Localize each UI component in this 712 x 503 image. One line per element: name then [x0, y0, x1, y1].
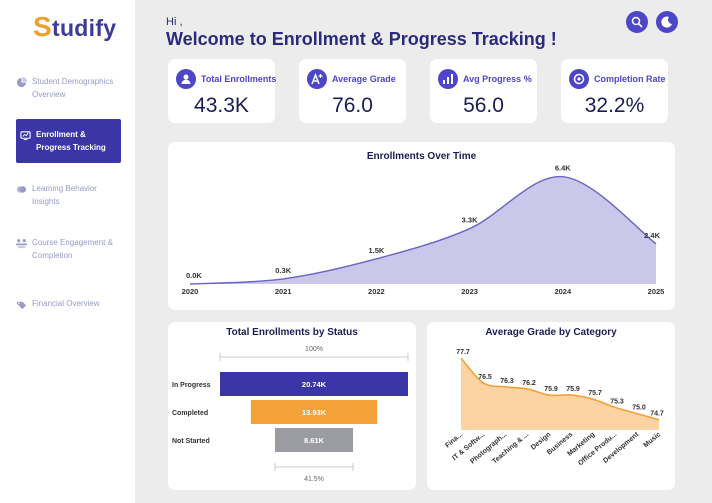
- data-label: 77.7: [456, 349, 470, 356]
- enrollments-chart-svg: 0.0K 2020 0.3K 2021 1.5K 2022 3.3K 2023 6.4K 2024…: [182, 164, 665, 296]
- moon-icon: [661, 16, 672, 28]
- x-tick-label: Fina...: [444, 431, 464, 449]
- kpi-completion-rate: Completion Rate 32.2%: [561, 59, 668, 123]
- kpi-value: 32.2%: [584, 94, 645, 117]
- x-tick-label: 2022: [368, 287, 385, 296]
- x-tick-label: 2025: [648, 287, 665, 296]
- data-label: 0.3K: [275, 266, 291, 275]
- sidebar-item-enrollment-progress[interactable]: Enrollment & Progress Tracking: [16, 119, 121, 163]
- sidebar-item-financial-overview[interactable]: Financial Overview: [16, 297, 120, 310]
- funnel-bottom-label: 41.5%: [304, 476, 324, 483]
- page-title: Welcome to Enrollment & Progress Trackin…: [166, 29, 557, 49]
- search-button[interactable]: [626, 11, 648, 33]
- data-label: 75.9: [544, 386, 558, 393]
- funnel-category-label: In Progress: [172, 382, 211, 389]
- x-tick-label: Music: [643, 431, 663, 449]
- data-label: 3.3K: [462, 216, 478, 225]
- data-label: 1.5K: [368, 246, 384, 255]
- kpi-value: 56.0: [463, 94, 504, 117]
- progress-icon: [20, 131, 31, 141]
- data-label: 76.2: [522, 380, 536, 387]
- pie-chart-icon: [16, 77, 27, 88]
- x-tick-label: Office Produ...: [577, 431, 618, 467]
- kpi-value: 76.0: [332, 94, 373, 117]
- funnel-top-label: 100%: [305, 346, 323, 353]
- data-label: 2.4K: [644, 231, 660, 240]
- kpi-average-grade: Average Grade 76.0: [299, 59, 406, 123]
- app-logo: Studify: [33, 11, 117, 42]
- funnel-bar-label: 20.74K: [302, 380, 327, 389]
- funnel-category-label: Not Started: [172, 438, 210, 445]
- data-label: 75.3: [610, 398, 624, 405]
- sidebar-item-course-engagement[interactable]: Course Engagement & Completion: [16, 236, 120, 262]
- grade-area: [461, 358, 659, 430]
- data-label: 75.0: [632, 405, 646, 412]
- completion-icon: [569, 69, 589, 89]
- sidebar-item-label: Course Engagement & Completion: [32, 238, 113, 260]
- engagement-icon: [16, 239, 27, 249]
- data-label: 0.0K: [186, 271, 202, 280]
- data-label: 76.5: [478, 374, 492, 381]
- data-label: 75.7: [588, 390, 602, 397]
- funnel-bar-label: 8.61K: [304, 436, 325, 445]
- sidebar-item-learning-behavior[interactable]: Learning Behavior Insights: [16, 182, 120, 208]
- enrollments-by-status-chart: Total Enrollments by Status 100% 20.74K In…: [168, 322, 416, 490]
- average-grade-by-category-chart: Average Grade by Category 77.7 Fina... 76.…: [427, 322, 675, 490]
- search-icon: [631, 16, 643, 28]
- users-icon: [176, 69, 196, 89]
- sidebar-item-label: Student Demographics Overview: [32, 77, 114, 99]
- x-tick-label: 2020: [182, 287, 199, 296]
- funnel-category-label: Completed: [172, 410, 208, 417]
- kpi-avg-progress: Avg Progress % 56.0: [430, 59, 537, 123]
- kpi-label: Average Grade: [332, 74, 396, 84]
- progress-chart-icon: [438, 69, 458, 89]
- kpi-label: Total Enrollments: [201, 74, 277, 84]
- enrollments-over-time-chart: Enrollments Over Time 0.0K 2020 0.3K 2021 1.…: [168, 142, 675, 310]
- sidebar: Studify Student Demographics Overview En…: [0, 0, 135, 503]
- sidebar-item-label: Learning Behavior Insights: [32, 184, 97, 206]
- sidebar-item-student-demographics[interactable]: Student Demographics Overview: [16, 75, 120, 101]
- grade-icon: [307, 69, 327, 89]
- enrollments-area: [190, 176, 656, 284]
- data-label: 75.9: [566, 386, 580, 393]
- grade-area-svg: 77.7Fina...76.5IT & Softw...76.3Photogra…: [444, 349, 664, 467]
- kpi-label: Completion Rate: [594, 74, 666, 84]
- data-label: 6.4K: [555, 164, 571, 173]
- sidebar-item-label: Financial Overview: [32, 299, 100, 308]
- kpi-value: 43.3K: [194, 94, 249, 117]
- funnel-bar-label: 13.93K: [302, 408, 327, 417]
- kpi-label: Avg Progress %: [463, 74, 532, 84]
- x-tick-label: 2023: [461, 287, 478, 296]
- sidebar-item-label: Enrollment & Progress Tracking: [36, 130, 106, 152]
- finance-icon: [16, 301, 27, 310]
- theme-toggle-button[interactable]: [656, 11, 678, 33]
- data-label: 76.3: [500, 378, 514, 385]
- brain-icon: [16, 186, 27, 193]
- x-tick-label: 2021: [275, 287, 292, 296]
- status-funnel-svg: 100% 20.74K In Progress 13.93K Completed 8.61…: [172, 346, 409, 483]
- data-label: 74.7: [650, 411, 664, 418]
- x-tick-label: 2024: [554, 287, 572, 296]
- greeting: Hi ,: [166, 16, 183, 28]
- kpi-total-enrollments: Total Enrollments 43.3K: [168, 59, 277, 123]
